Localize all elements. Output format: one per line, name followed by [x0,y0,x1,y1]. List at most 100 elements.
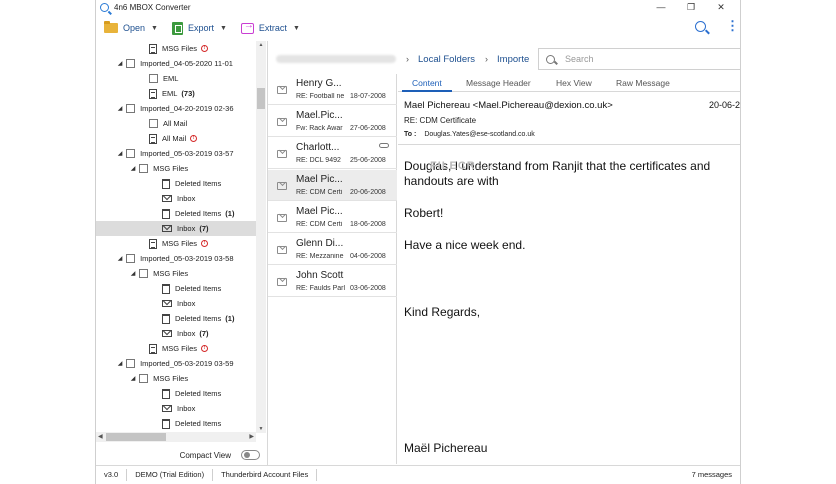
tree-item-label: EML [163,74,179,83]
email-body-line: Kind Regards, [404,305,481,319]
tree-item[interactable]: MSG Files! [96,41,256,56]
tree-item[interactable]: Deleted Items [96,386,256,401]
folder-checkbox[interactable] [126,359,136,368]
tree-item[interactable]: Deleted Items [96,176,256,191]
search-box[interactable] [538,48,740,70]
expand-toggle-icon[interactable]: ◢ [129,165,137,172]
message-sender: Charlott... [296,142,340,153]
folder-checkbox[interactable] [126,59,136,68]
folder-checkbox[interactable] [126,149,136,158]
message-row[interactable]: Charlott... RE: DCL 9492 25-06-2008 [268,138,397,169]
folder-checkbox[interactable] [139,269,149,278]
tree-item[interactable]: Inbox [96,296,256,311]
message-row[interactable]: Mael Pic... RE: CDM Certi 18-06-2008 [268,202,397,233]
breadcrumb-imported[interactable]: Importe [497,54,529,65]
tree-item[interactable]: ◢ Imported_05-03-2019 03-59 [96,356,256,371]
maximize-button[interactable]: ❐ [676,0,706,15]
export-label: Export [187,23,214,33]
expand-toggle-icon[interactable]: ◢ [116,150,124,157]
tree-item[interactable]: Deleted Items (1) [96,206,256,221]
tree-item-label: Deleted Items [175,389,222,398]
tree-item[interactable]: Inbox [96,401,256,416]
scrollbar-thumb[interactable] [257,88,265,109]
scroll-left-icon[interactable]: ◀ [98,433,103,440]
open-button[interactable]: Open ▼ [104,21,158,33]
tab-content[interactable]: Content [412,78,442,88]
compact-view-row: Compact View [96,447,266,463]
tree-vertical-scrollbar[interactable]: ▲ ▼ [256,41,266,433]
tree-item[interactable]: Inbox (7) [96,221,256,236]
tree-item-count: (1) [225,314,235,323]
scrollbar-thumb[interactable] [106,433,166,441]
extract-button[interactable]: Extract ▼ [240,20,300,34]
extract-icon [240,20,254,34]
tree-item[interactable]: ◢ MSG Files [96,266,256,281]
message-row[interactable]: Henry G... RE: Football ne 18-07-2008 [268,74,397,105]
expand-toggle-icon[interactable]: ◢ [116,60,124,67]
tree-item-label: MSG Files [153,374,189,383]
attachment-icon [379,143,389,148]
message-row[interactable]: Mael Pic... RE: CDM Certi 20-06-2008 [268,170,397,201]
tree-item[interactable]: Deleted Items (1) [96,311,256,326]
compact-view-label: Compact View [179,450,231,460]
search-input[interactable] [565,54,725,64]
tree-item[interactable]: All Mail [96,116,256,131]
tree-item[interactable]: ◢ Imported_04-20-2019 02-36 [96,101,256,116]
tree-item[interactable]: Deleted Items [96,281,256,296]
folder-checkbox[interactable] [139,374,149,383]
minimize-button[interactable]: — [646,0,676,15]
tree-item[interactable]: EML (73) [96,86,256,101]
folder-checkbox[interactable] [149,74,158,83]
expand-toggle-icon[interactable]: ◢ [129,375,137,382]
tree-item[interactable]: ◢ MSG Files [96,161,256,176]
tree-horizontal-scrollbar[interactable]: ◀ ▶ [96,432,256,442]
tree-item-label: All Mail [163,119,188,128]
envelope-icon [277,246,287,254]
tree-item[interactable]: EML [96,71,256,86]
close-button[interactable]: ✕ [706,0,736,15]
tree-item-label: Deleted Items [175,179,222,188]
scroll-up-icon[interactable]: ▲ [257,42,265,48]
export-button[interactable]: Export ▼ [171,21,227,35]
message-sender: Mael.Pic... [296,110,343,121]
search-icon[interactable] [695,20,706,32]
message-row[interactable]: Glenn Di... RE: Mezzanine 04-06-2008 [268,234,397,265]
folder-checkbox[interactable] [139,164,149,173]
tree-item[interactable]: Deleted Items [96,416,256,431]
tree-item[interactable]: MSG Files! [96,236,256,251]
message-row[interactable]: Mael.Pic... Fw: Rack Awar 27-06-2008 [268,106,397,137]
expand-toggle-icon[interactable]: ◢ [116,105,124,112]
scroll-right-icon[interactable]: ▶ [249,433,254,440]
compact-view-toggle[interactable] [241,450,260,460]
tree-item[interactable]: ◢ Imported_04-05-2020 11-01 [96,56,256,71]
toolbar: Open ▼ Export ▼ Extract ▼ ⋮ [96,16,740,40]
tree-item-label: EML [162,89,178,98]
envelope-icon [277,118,287,126]
folder-checkbox[interactable] [149,119,158,128]
tree-item[interactable]: ◢ MSG Files [96,371,256,386]
tree-item[interactable]: All Mail! [96,131,256,146]
tree-item[interactable]: MSG Files! [96,341,256,356]
email-date: 20-06-2008 [709,100,741,110]
tab-hex-view[interactable]: Hex View [556,78,592,88]
app-window: 4n6 MBOX Converter — ❐ ✕ Open ▼ Export ▼… [95,0,741,484]
tree-item[interactable]: Inbox [96,191,256,206]
folder-checkbox[interactable] [126,104,136,113]
folder-checkbox[interactable] [126,254,136,263]
scroll-down-icon[interactable]: ▼ [257,426,265,432]
message-subject: RE: Faulds Parl [296,285,346,292]
tree-item[interactable]: Inbox (7) [96,326,256,341]
tab-message-header[interactable]: Message Header [466,78,531,88]
expand-toggle-icon[interactable]: ◢ [129,270,137,277]
tree-item[interactable]: ◢ Imported_05-03-2019 03-57 [96,146,256,161]
kebab-menu-icon[interactable]: ⋮ [726,19,739,32]
breadcrumb-local-folders[interactable]: Local Folders [418,54,475,65]
expand-toggle-icon[interactable]: ◢ [116,360,124,367]
status-edition: DEMO (Trial Edition) [127,469,214,481]
tree-item[interactable]: ◢ Imported_05-03-2019 03-58 [96,251,256,266]
email-to: Douglas.Yates@ese-scotland.co.uk [424,131,535,138]
message-sender: John Scott [296,270,344,281]
message-row[interactable]: John Scott RE: Faulds Parl 03-06-2008 [268,266,397,297]
tab-raw-message[interactable]: Raw Message [616,78,670,88]
expand-toggle-icon[interactable]: ◢ [116,255,124,262]
